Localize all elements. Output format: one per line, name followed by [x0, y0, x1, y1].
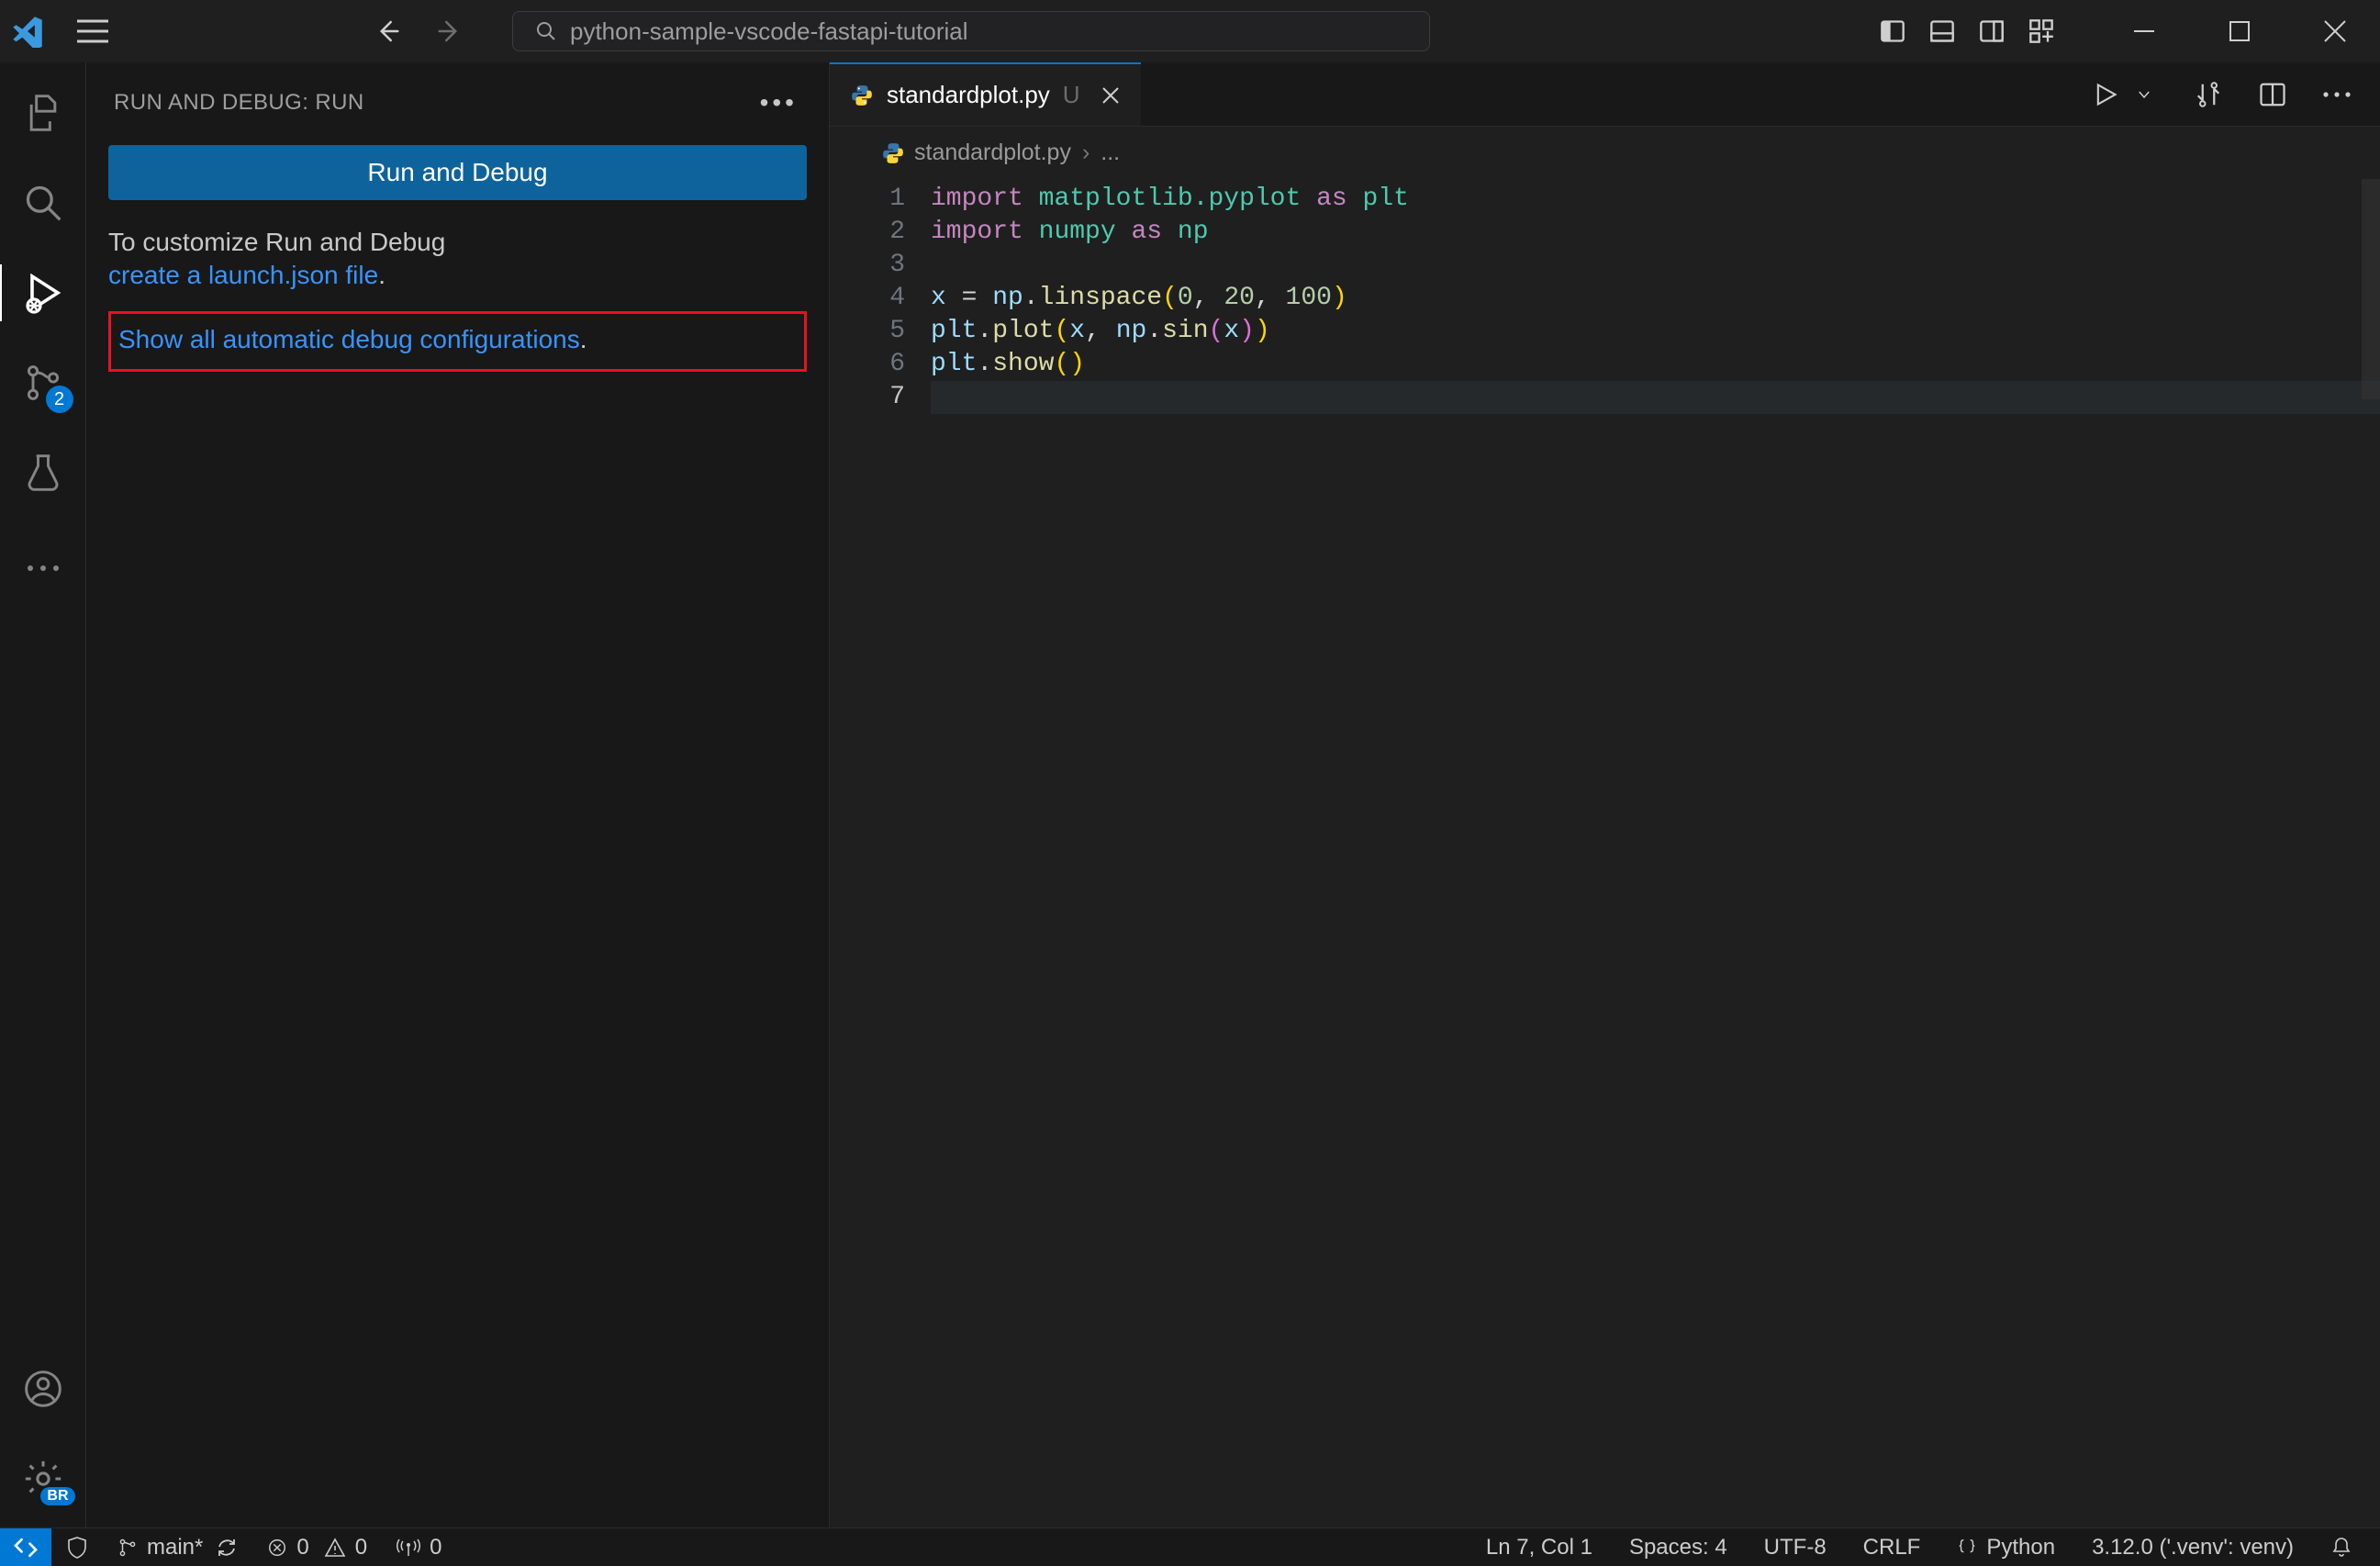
command-center-text: python-sample-vscode-fastapi-tutorial	[570, 17, 968, 46]
create-launch-json-link[interactable]: create a launch.json file	[108, 261, 378, 289]
menu-icon[interactable]	[77, 19, 108, 43]
settings-badge: BR	[40, 1487, 74, 1505]
customize-text: To customize Run and Debug create a laun…	[108, 226, 807, 293]
editor-tab[interactable]: standardplot.py U	[830, 62, 1141, 126]
status-cursor[interactable]: Ln 7, Col 1	[1468, 1528, 1611, 1566]
warning-icon	[324, 1538, 346, 1558]
activity-testing-icon[interactable]	[18, 448, 68, 498]
status-problems[interactable]: 0 0	[252, 1528, 382, 1566]
python-file-icon	[881, 141, 905, 165]
chevron-right-icon: ›	[1082, 140, 1089, 166]
code-editor[interactable]: 1 2 3 4 5 6 7 import matplotlib.pyplot a…	[830, 179, 2380, 1527]
activity-accounts-icon[interactable]	[18, 1364, 68, 1414]
search-icon	[535, 20, 557, 42]
activity-bar: 2 BR	[0, 62, 86, 1527]
title-bar: python-sample-vscode-fastapi-tutorial	[0, 0, 2380, 62]
breadcrumbs[interactable]: standardplot.py › ...	[830, 127, 2380, 179]
breadcrumb-file: standardplot.py	[914, 140, 1071, 166]
tab-filename: standardplot.py	[887, 81, 1050, 109]
activity-settings-icon[interactable]: BR	[18, 1454, 68, 1504]
sidebar-title: RUN AND DEBUG: RUN	[114, 90, 364, 116]
remote-indicator-icon[interactable]	[0, 1528, 51, 1566]
status-trust-icon[interactable]	[51, 1528, 103, 1566]
status-interpreter[interactable]: 3.12.0 ('.venv': venv)	[2073, 1528, 2312, 1566]
customize-layout-icon[interactable]	[2026, 16, 2057, 47]
editor-more-icon[interactable]	[2321, 79, 2352, 110]
show-all-configs-box: Show all automatic debug configurations.	[108, 311, 807, 372]
error-icon	[267, 1538, 287, 1558]
braces-icon	[1957, 1538, 1977, 1558]
activity-scm-icon[interactable]: 2	[18, 358, 68, 408]
side-bar: RUN AND DEBUG: RUN ••• Run and Debug To …	[86, 62, 830, 1527]
toggle-secondary-sidebar-icon[interactable]	[1976, 16, 2007, 47]
window-minimize-icon[interactable]	[2129, 16, 2160, 47]
radio-tower-icon	[397, 1538, 420, 1558]
status-encoding[interactable]: UTF-8	[1746, 1528, 1845, 1566]
vscode-logo-icon	[11, 15, 44, 48]
status-eol[interactable]: CRLF	[1845, 1528, 1939, 1566]
status-language[interactable]: Python	[1939, 1528, 2073, 1566]
run-and-debug-button[interactable]: Run and Debug	[108, 145, 807, 200]
split-editor-icon[interactable]	[2257, 79, 2288, 110]
toggle-panel-icon[interactable]	[1927, 16, 1958, 47]
window-maximize-icon[interactable]	[2224, 16, 2255, 47]
breadcrumb-more: ...	[1101, 140, 1120, 166]
sync-icon[interactable]	[216, 1537, 238, 1559]
activity-search-icon[interactable]	[18, 178, 68, 228]
python-file-icon	[850, 84, 874, 107]
minimap[interactable]	[2362, 179, 2380, 399]
editor-area: standardplot.py U	[830, 62, 2380, 1527]
run-file-icon[interactable]	[2090, 79, 2121, 110]
toggle-primary-sidebar-icon[interactable]	[1877, 16, 1908, 47]
window-close-icon[interactable]	[2319, 16, 2351, 47]
show-all-configs-link[interactable]: Show all automatic debug configurations	[118, 325, 580, 353]
activity-run-debug-icon[interactable]	[18, 268, 68, 318]
tab-close-icon[interactable]	[1101, 85, 1121, 106]
nav-forward-icon[interactable]	[431, 13, 468, 50]
status-ports[interactable]: 0	[382, 1528, 456, 1566]
activity-more-icon[interactable]	[18, 543, 68, 593]
scm-badge: 2	[46, 386, 73, 413]
activity-explorer-icon[interactable]	[18, 88, 68, 138]
line-gutter: 1 2 3 4 5 6 7	[830, 179, 931, 1527]
tabs-row: standardplot.py U	[830, 62, 2380, 127]
status-spaces[interactable]: Spaces: 4	[1611, 1528, 1746, 1566]
status-notifications-icon[interactable]	[2312, 1528, 2371, 1566]
status-branch[interactable]: main*	[103, 1528, 252, 1566]
command-center[interactable]: python-sample-vscode-fastapi-tutorial	[512, 11, 1430, 51]
nav-back-icon[interactable]	[369, 13, 406, 50]
compare-changes-icon[interactable]	[2193, 79, 2224, 110]
status-bar: main* 0 0 0 Ln 7, Col 1 Spaces: 4 UTF-8 …	[0, 1527, 2380, 1566]
sidebar-more-icon[interactable]: •••	[760, 88, 798, 117]
tab-modified-indicator: U	[1063, 81, 1080, 109]
run-dropdown-icon[interactable]	[2129, 79, 2160, 110]
